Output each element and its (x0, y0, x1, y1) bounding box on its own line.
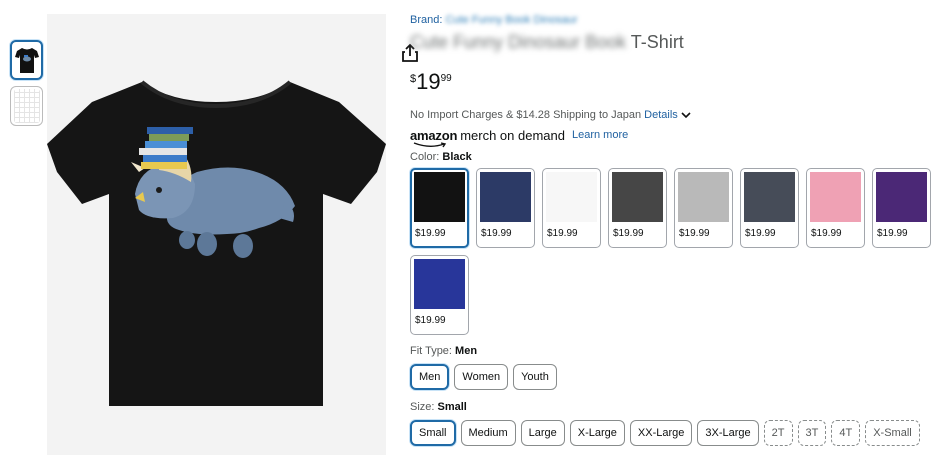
brand-line: Brand: Cute Funny Book Dinosaur (410, 14, 940, 30)
swatch-price: $19.99 (811, 228, 842, 239)
brand-link[interactable]: Cute Funny Book Dinosaur (445, 14, 577, 26)
merch-tagline: merch on demand (460, 127, 565, 143)
amazon-logo: amazon (410, 127, 458, 147)
shipping-details-link[interactable]: Details (644, 109, 678, 121)
swatch-price: $19.99 (877, 228, 908, 239)
main-product-image[interactable] (47, 14, 418, 455)
swatch-price: $19.99 (745, 228, 776, 239)
brand-prefix: Brand: (410, 14, 446, 26)
color-swatch-purple[interactable]: $19.99 (872, 168, 931, 248)
swatch-price: $19.99 (415, 315, 446, 326)
color-swatch-heather-grey[interactable]: $19.99 (674, 168, 733, 248)
product-details: Brand: Cute Funny Book Dinosaur Cute Fun… (410, 14, 940, 446)
color-label: Color: Black (410, 151, 940, 165)
color-swatch-navy[interactable]: $19.99 (476, 168, 535, 248)
size-chart-thumbnail-image (13, 89, 40, 123)
fit-selected-value: Men (455, 345, 478, 357)
fit-option-women[interactable]: Women (454, 364, 509, 390)
learn-more-link[interactable]: Learn more (572, 129, 628, 141)
size-option-x-large[interactable]: X-Large (569, 420, 625, 446)
fit-type-options: Men Women Youth (410, 364, 940, 390)
size-label: Size: Small (410, 401, 940, 415)
size-option-2t[interactable]: 2T (763, 420, 793, 446)
title-suffix: T-Shirt (626, 32, 684, 52)
swatch-color (546, 172, 597, 222)
color-swatch-white[interactable]: $19.99 (542, 168, 601, 248)
size-options: Small Medium Large X-Large XX-Large 3X-L… (410, 420, 940, 446)
swatch-color (414, 172, 465, 222)
black-tshirt-image (47, 80, 386, 406)
color-swatch-heather-blue[interactable]: $19.99 (740, 168, 799, 248)
size-option-large[interactable]: Large (520, 420, 565, 446)
swatch-color (480, 172, 531, 222)
price-whole: 19 (416, 69, 441, 94)
color-swatches: $19.99 $19.99 $19.99 $19.99 $19.99 $19.9… (410, 168, 940, 335)
size-option-3x-large[interactable]: 3X-Large (697, 420, 759, 446)
fit-type-label: Fit Type: Men (410, 345, 940, 359)
color-swatch-royal-blue[interactable]: $19.99 (410, 255, 469, 335)
product-title: Cute Funny Dinosaur Book T-Shirt (410, 32, 940, 58)
swatch-color (612, 172, 663, 222)
title-blurred: Cute Funny Dinosaur Book (410, 32, 627, 52)
merch-on-demand-banner: amazon merch on demand Learn more (410, 125, 940, 147)
shirt-thumbnail-image (14, 48, 39, 73)
size-option-medium[interactable]: Medium (460, 420, 516, 446)
swatch-price: $19.99 (415, 228, 446, 239)
fit-option-youth[interactable]: Youth (513, 364, 557, 390)
size-label-text: Size: (410, 401, 438, 413)
size-option-3t[interactable]: 3T (797, 420, 827, 446)
swatch-color (810, 172, 861, 222)
shipping-info: No Import Charges & $14.28 Shipping to J… (410, 108, 940, 122)
thumbnail-size-chart[interactable] (10, 86, 43, 126)
shipping-text: No Import Charges & $14.28 Shipping to J… (410, 109, 642, 121)
swatch-price: $19.99 (679, 228, 710, 239)
swatch-color (414, 259, 465, 309)
color-label-text: Color: (410, 151, 443, 163)
color-swatch-pink[interactable]: $19.99 (806, 168, 865, 248)
fit-option-men[interactable]: Men (410, 364, 450, 390)
swatch-color (744, 172, 795, 222)
thumbnail-strip (10, 40, 43, 132)
swatch-price: $19.99 (481, 228, 512, 239)
color-selected-value: Black (442, 151, 472, 163)
size-selected-value: Small (437, 401, 467, 413)
amazon-smile-icon (413, 141, 447, 147)
size-option-xx-large[interactable]: XX-Large (629, 420, 693, 446)
size-option-small[interactable]: Small (410, 420, 456, 446)
thumbnail-shirt-front[interactable] (10, 40, 43, 80)
fit-label-text: Fit Type: (410, 345, 456, 357)
size-option-4t[interactable]: 4T (831, 420, 861, 446)
amazon-logo-word: amazon (410, 127, 458, 143)
chevron-down-icon[interactable] (681, 111, 691, 119)
swatch-color (678, 172, 729, 222)
price-fraction: 99 (440, 73, 452, 84)
price: $ 19 99 (410, 70, 940, 96)
color-swatch-black[interactable]: $19.99 (410, 168, 469, 248)
swatch-price: $19.99 (547, 228, 578, 239)
swatch-price: $19.99 (613, 228, 644, 239)
size-option-x-small[interactable]: X-Small (865, 420, 920, 446)
color-swatch-dark-heather[interactable]: $19.99 (608, 168, 667, 248)
swatch-color (876, 172, 927, 222)
